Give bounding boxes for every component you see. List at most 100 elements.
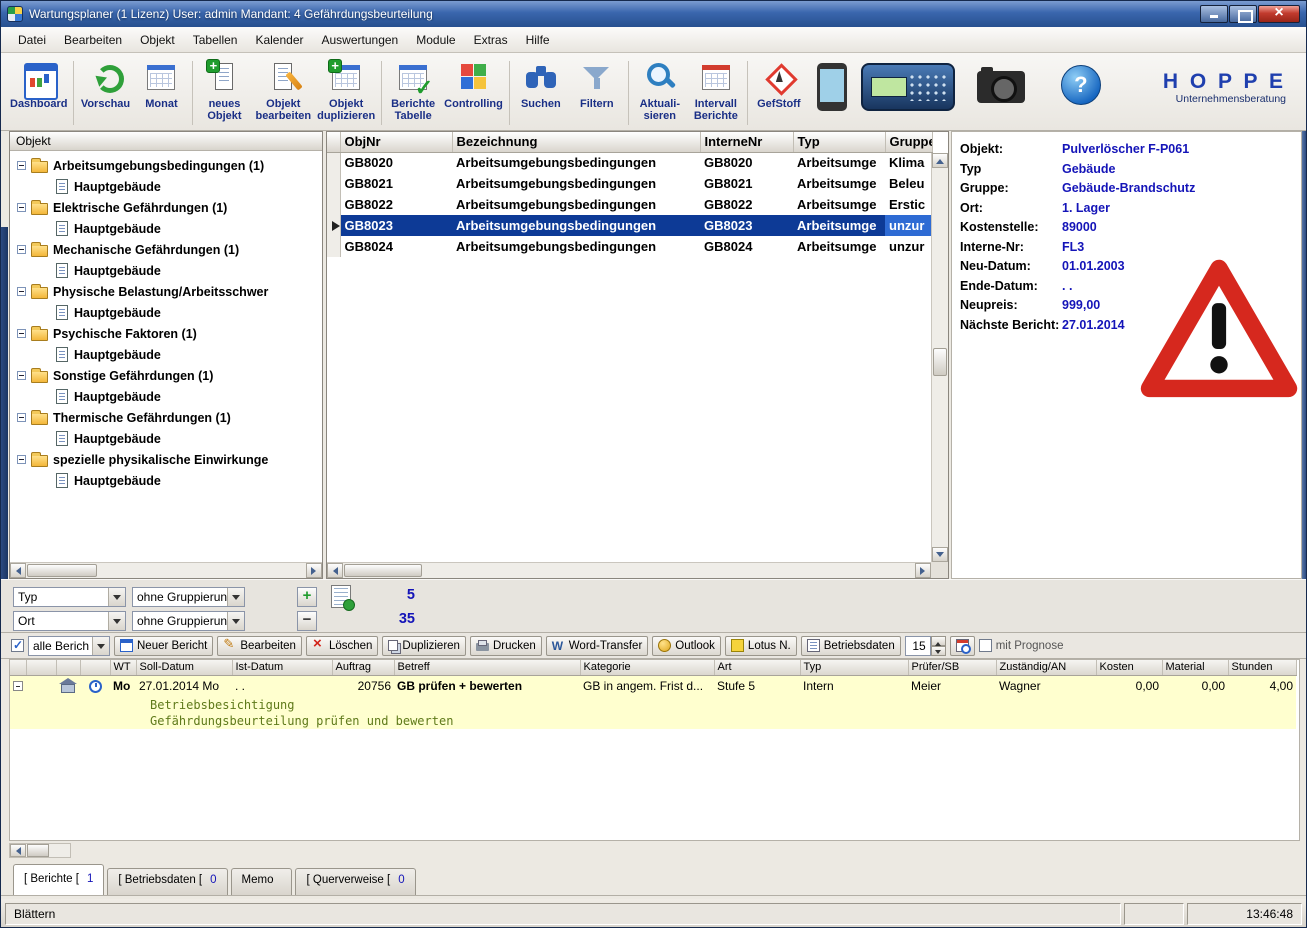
- help-button[interactable]: [1061, 65, 1101, 105]
- chevron-down-icon[interactable]: [108, 588, 125, 606]
- tree-group[interactable]: Thermische Gefährdungen (1): [10, 407, 322, 428]
- report-col-pruefer[interactable]: Prüfer/SB: [908, 660, 996, 675]
- tree-column-header[interactable]: Objekt: [10, 132, 322, 151]
- scroll-left-button[interactable]: [10, 563, 26, 578]
- chevron-down-icon[interactable]: [227, 588, 244, 606]
- berichte-tabelle-button[interactable]: BerichteTabelle: [385, 57, 441, 122]
- collapse-icon[interactable]: [17, 455, 26, 464]
- grouping-combo-1[interactable]: ohne Gruppierung: [132, 587, 245, 607]
- report-col-kategorie[interactable]: Kategorie: [580, 660, 714, 675]
- gefstoff-button[interactable]: GefStoff: [751, 57, 807, 110]
- page-size-value[interactable]: 15: [905, 636, 931, 656]
- minimize-button[interactable]: [1200, 5, 1228, 23]
- tab-betriebsdaten[interactable]: [ Betriebsdaten [0: [107, 868, 227, 895]
- tree-group[interactable]: spezielle physikalische Einwirkunge: [10, 449, 322, 470]
- camera-icon[interactable]: [977, 71, 1025, 103]
- page-size-spinner[interactable]: 15: [905, 636, 946, 656]
- scroll-down-button[interactable]: [932, 547, 948, 562]
- menu-bearbeiten[interactable]: Bearbeiten: [55, 30, 131, 50]
- report-col-kosten[interactable]: Kosten: [1096, 660, 1162, 675]
- typ-filter-combo[interactable]: Typ: [13, 587, 126, 607]
- menu-hilfe[interactable]: Hilfe: [517, 30, 559, 50]
- report-filter-combo[interactable]: alle Berich: [28, 636, 110, 656]
- report-col-art[interactable]: Art: [714, 660, 800, 675]
- report-col-wt[interactable]: WT: [110, 660, 136, 675]
- report-col-ist-datum[interactable]: Ist-Datum: [232, 660, 332, 675]
- dashboard-button[interactable]: Dashboard: [7, 57, 70, 110]
- tree-group[interactable]: Physische Belastung/Arbeitsschwer: [10, 281, 322, 302]
- drucken-button[interactable]: Drucken: [470, 636, 542, 656]
- scroll-thumb[interactable]: [933, 348, 947, 376]
- tree-group[interactable]: Mechanische Gefährdungen (1): [10, 239, 322, 260]
- tab-querverweise[interactable]: [ Querverweise [0: [295, 868, 415, 895]
- tab-berichte[interactable]: [ Berichte [1: [13, 864, 104, 895]
- ort-filter-combo[interactable]: Ort: [13, 611, 126, 631]
- collapse-icon[interactable]: [17, 371, 26, 380]
- menu-auswertungen[interactable]: Auswertungen: [313, 30, 408, 50]
- report-col-auftrag[interactable]: Auftrag: [332, 660, 394, 675]
- outlook-button[interactable]: Outlook: [652, 636, 721, 656]
- collapse-icon[interactable]: [13, 681, 23, 691]
- chevron-down-icon[interactable]: [92, 637, 109, 655]
- collapse-icon[interactable]: [17, 245, 26, 254]
- object-row[interactable]: GB8024 Arbeitsumgebungsbedingungen GB802…: [327, 236, 932, 257]
- remove-filter-button[interactable]: [297, 611, 317, 631]
- menu-tabellen[interactable]: Tabellen: [184, 30, 247, 50]
- bearbeiten-button[interactable]: Bearbeiten: [217, 636, 302, 656]
- report-row[interactable]: Mo 27.01.2014 Mo . . 20756 GB prüfen + b…: [10, 675, 1296, 697]
- tree-item[interactable]: Hauptgebäude: [10, 470, 322, 491]
- neuer-bericht-button[interactable]: Neuer Bericht: [114, 636, 213, 656]
- col-internenr[interactable]: InterneNr: [700, 132, 793, 152]
- object-row[interactable]: GB8022 Arbeitsumgebungsbedingungen GB802…: [327, 194, 932, 215]
- filter-active-checkbox[interactable]: [11, 639, 24, 652]
- prognose-checkbox[interactable]: [979, 639, 992, 652]
- menu-module[interactable]: Module: [407, 30, 464, 50]
- vorschau-button[interactable]: Vorschau: [77, 57, 133, 110]
- controlling-button[interactable]: Controlling: [441, 57, 506, 110]
- scroll-left-button[interactable]: [10, 844, 26, 857]
- tree-item[interactable]: Hauptgebäude: [10, 386, 322, 407]
- object-row[interactable]: GB8021 Arbeitsumgebungsbedingungen GB802…: [327, 173, 932, 194]
- collapse-icon[interactable]: [17, 203, 26, 212]
- collapse-icon[interactable]: [17, 287, 26, 296]
- report-horizontal-scrollbar[interactable]: [9, 843, 71, 858]
- object-row[interactable]: GB8020 Arbeitsumgebungsbedingungen GB802…: [327, 152, 932, 173]
- object-table-vertical-scrollbar[interactable]: [931, 153, 948, 562]
- menu-extras[interactable]: Extras: [465, 30, 517, 50]
- scroll-thumb[interactable]: [27, 844, 49, 857]
- tree-item[interactable]: Hauptgebäude: [10, 428, 322, 449]
- filtern-button[interactable]: Filtern: [569, 57, 625, 110]
- duplizieren-button[interactable]: Duplizieren: [382, 636, 466, 656]
- maximize-button[interactable]: [1229, 5, 1257, 23]
- tree-item[interactable]: Hauptgebäude: [10, 344, 322, 365]
- monat-button[interactable]: Monat: [133, 57, 189, 110]
- chevron-down-icon[interactable]: [227, 612, 244, 630]
- collapse-icon[interactable]: [17, 161, 26, 170]
- report-col-soll-datum[interactable]: Soll-Datum: [136, 660, 232, 675]
- suchen-button[interactable]: Suchen: [513, 57, 569, 110]
- tree-group[interactable]: Arbeitsumgebungsbedingungen (1): [10, 155, 322, 176]
- word-transfer-button[interactable]: Word-Transfer: [546, 636, 649, 656]
- report-col-material[interactable]: Material: [1162, 660, 1228, 675]
- tree-item[interactable]: Hauptgebäude: [10, 260, 322, 281]
- collapse-icon[interactable]: [17, 329, 26, 338]
- neues-objekt-button[interactable]: neuesObjekt: [196, 57, 252, 122]
- objekt-bearbeiten-button[interactable]: Objektbearbeiten: [252, 57, 314, 122]
- calendar-search-button[interactable]: [950, 636, 975, 656]
- scroll-thumb[interactable]: [27, 564, 97, 577]
- close-button[interactable]: [1258, 5, 1300, 23]
- tree-item[interactable]: Hauptgebäude: [10, 218, 322, 239]
- tab-memo[interactable]: Memo: [231, 868, 293, 895]
- object-table-horizontal-scrollbar[interactable]: [327, 562, 931, 578]
- grouping-combo-2[interactable]: ohne Gruppierung: [132, 611, 245, 631]
- add-filter-button[interactable]: [297, 587, 317, 607]
- tree-group[interactable]: Elektrische Gefährdungen (1): [10, 197, 322, 218]
- chevron-down-icon[interactable]: [108, 612, 125, 630]
- col-objnr[interactable]: ObjNr: [340, 132, 452, 152]
- report-col-stunden[interactable]: Stunden: [1228, 660, 1296, 675]
- spinner-down-button[interactable]: [931, 646, 946, 656]
- collapse-icon[interactable]: [17, 413, 26, 422]
- betriebsdaten-button[interactable]: Betriebsdaten: [801, 636, 901, 656]
- menu-objekt[interactable]: Objekt: [131, 30, 184, 50]
- tree-item[interactable]: Hauptgebäude: [10, 176, 322, 197]
